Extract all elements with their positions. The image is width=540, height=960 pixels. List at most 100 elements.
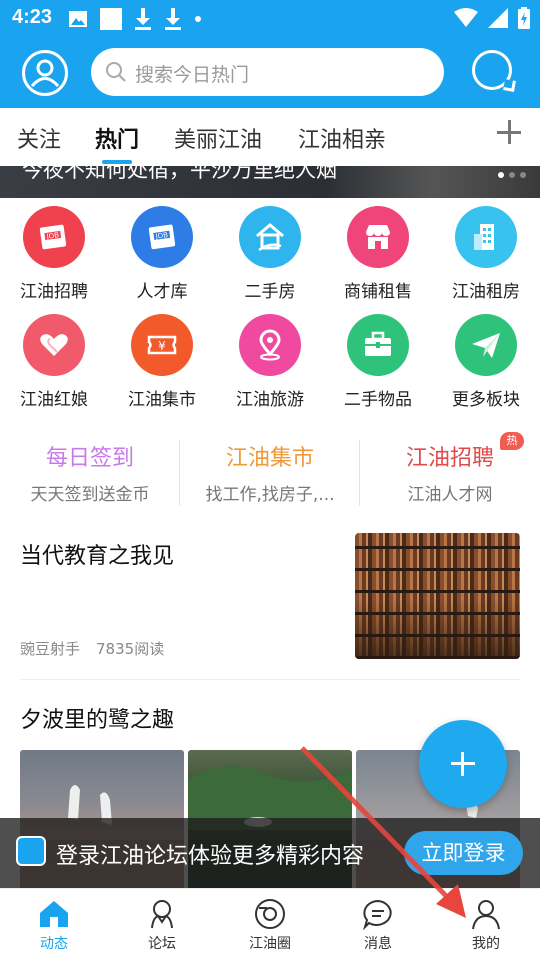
article-title[interactable]: 夕波里的鹭之趣 (20, 702, 174, 734)
nav-item-circle[interactable]: 江油圈 (216, 889, 324, 953)
nav-item-messages[interactable]: 消息 (324, 889, 432, 953)
grid-item-second-hand-goods[interactable]: 二手物品 (324, 314, 432, 410)
grid-label: 二手物品 (344, 390, 412, 410)
grid-item-matchmaker[interactable]: 江油红娘 (0, 314, 108, 410)
quick-link-daily-checkin[interactable]: 每日签到 天天签到送金币 (0, 440, 180, 505)
ticket-icon: ¥ (131, 314, 193, 376)
carousel-dot (520, 172, 526, 178)
active-tab-indicator (102, 160, 132, 164)
grid-item-tourism[interactable]: 江油旅游 (216, 314, 324, 410)
dot-icon (195, 16, 201, 22)
grid-item-rent[interactable]: 江油租房 (432, 206, 540, 302)
status-time: 4:23 (12, 6, 53, 28)
download-icon (135, 8, 151, 30)
chat-bubble-button[interactable] (472, 50, 512, 90)
image-icon (69, 11, 87, 27)
briefcase-icon (347, 314, 409, 376)
grid-label: 江油红娘 (20, 390, 88, 410)
paper-plane-icon (455, 314, 517, 376)
download-icon (165, 8, 181, 30)
heart-icon (23, 314, 85, 376)
system-icons (454, 7, 530, 29)
grid-item-second-hand-house[interactable]: 二手房 (216, 206, 324, 302)
nav-item-me[interactable]: 我的 (432, 889, 540, 953)
person-icon (468, 897, 504, 931)
tab-jiangyou-dating[interactable]: 江油相亲 (298, 122, 386, 154)
quick-link-subtitle: 天天签到送金币 (30, 485, 150, 505)
tab-beautiful-jiangyou[interactable]: 美丽江油 (174, 122, 262, 154)
grid-item-jobs[interactable]: JOB 江油招聘 (0, 206, 108, 302)
login-prompt-text: 登录江油论坛体验更多精彩内容 (56, 844, 365, 869)
article-read-count: 7835阅读 (96, 640, 165, 658)
grid-label: 江油集市 (128, 390, 196, 410)
grid-label: 江油租房 (452, 282, 520, 302)
nav-item-feed[interactable]: 动态 (0, 889, 108, 953)
app-logo-icon (16, 836, 46, 866)
nav-item-forum[interactable]: 论坛 (108, 889, 216, 953)
person-icon (30, 59, 60, 88)
notification-icons (68, 8, 202, 30)
building-icon (455, 206, 517, 268)
forum-icon (144, 897, 180, 931)
signal-icon (488, 8, 508, 28)
battery-icon (518, 7, 530, 29)
search-placeholder: 搜索今日热门 (135, 64, 250, 86)
tab-follow[interactable]: 关注 (17, 122, 61, 154)
search-input[interactable]: 搜索今日热门 (91, 48, 444, 96)
nav-label: 消息 (364, 936, 392, 952)
login-prompt-bar: 登录江油论坛体验更多精彩内容 立即登录 (0, 818, 540, 888)
svg-text:¥: ¥ (158, 339, 166, 353)
divider (20, 679, 520, 680)
article-author: 豌豆射手 (20, 640, 81, 658)
top-header: 搜索今日热门 (0, 36, 540, 108)
grid-item-more[interactable]: 更多板块 (432, 314, 540, 410)
quick-link-subtitle: 江油人才网 (407, 485, 493, 505)
search-icon (106, 62, 126, 82)
grid-label: 江油旅游 (236, 390, 304, 410)
hot-badge: 热 (500, 432, 524, 450)
house-icon (239, 206, 301, 268)
tab-hot[interactable]: 热门 (95, 122, 139, 154)
status-bar: 4:23 (0, 0, 540, 36)
grid-item-shop-rental[interactable]: 商铺租售 (324, 206, 432, 302)
grid-label: 二手房 (244, 282, 296, 302)
carousel-dots (498, 172, 526, 178)
article-meta: 豌豆射手 7835阅读 (20, 638, 164, 659)
carousel-dot (509, 172, 515, 178)
carousel-dot (498, 172, 504, 178)
app-icon (100, 8, 122, 30)
category-tabs: 关注 热门 美丽江油 江油相亲 (0, 108, 540, 166)
profile-avatar-button[interactable] (22, 50, 68, 96)
quick-link-title: 每日签到 (45, 446, 134, 471)
job-icon: JOB (23, 206, 85, 268)
nav-label: 我的 (472, 936, 500, 952)
grid-label: 更多板块 (452, 390, 520, 410)
nav-label: 江油圈 (249, 936, 291, 952)
shop-icon (347, 206, 409, 268)
quick-links: 每日签到 天天签到送金币 江油集市 找工作,找房子,... 江油招聘 江油人才网… (0, 432, 540, 512)
add-tab-icon[interactable] (496, 118, 524, 146)
quick-link-title: 江油集市 (225, 446, 314, 471)
talent-icon: JOB (131, 206, 193, 268)
banner-carousel[interactable]: 今夜不知何处宿，平沙万里绝人烟 (0, 166, 540, 198)
compose-post-button[interactable] (419, 720, 507, 808)
nav-label: 论坛 (148, 936, 176, 952)
article-title: 当代教育之我见 (20, 544, 175, 569)
article-card[interactable]: 当代教育之我见 豌豆射手 7835阅读 (0, 520, 540, 680)
grid-label: 江油招聘 (20, 282, 88, 302)
message-icon (360, 897, 396, 931)
camera-circle-icon (252, 897, 288, 931)
article-thumbnail (355, 533, 520, 659)
bottom-navigation: 动态 论坛 江油圈 消息 我的 (0, 888, 540, 960)
wifi-icon (454, 8, 478, 27)
quick-link-subtitle: 找工作,找房子,... (205, 485, 335, 505)
grid-item-talent[interactable]: JOB 人才库 (108, 206, 216, 302)
nav-label: 动态 (40, 936, 68, 952)
grid-item-market[interactable]: ¥ 江油集市 (108, 314, 216, 410)
grid-label: 人才库 (136, 282, 188, 302)
grid-label: 商铺租售 (344, 282, 412, 302)
quick-link-market[interactable]: 江油集市 找工作,找房子,... (180, 440, 360, 505)
banner-caption: 今夜不知何处宿，平沙万里绝人烟 (22, 166, 337, 182)
login-button[interactable]: 立即登录 (404, 831, 523, 875)
location-pin-icon (239, 314, 301, 376)
